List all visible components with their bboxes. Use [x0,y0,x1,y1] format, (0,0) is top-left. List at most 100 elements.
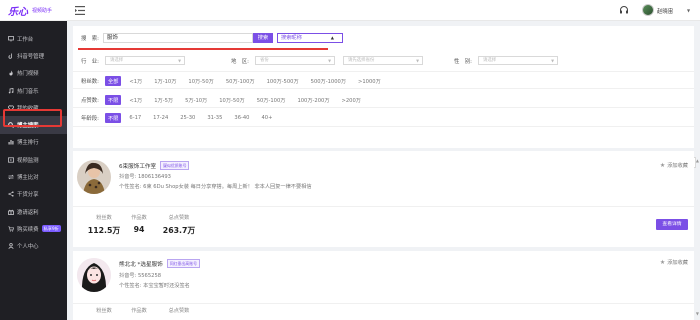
fans-filter-row: 粉丝数: 全部 <1万 1万-10万 10万-50万 50万-100万 100万-500万 5… [81,76,393,86]
likes-filter-option[interactable]: >200万 [342,97,361,104]
fans-filter-option[interactable]: 100万-500万 [267,78,299,85]
signature: 个性签名: 6束 6Du Shop女装 每日分享穿搭。每周上新！ 非本人回复一律… [119,184,312,190]
chevron-down-icon: ▼ [416,58,419,63]
user-icon [7,243,14,250]
chevron-down-icon: ▼ [178,58,181,63]
fans-filter-option[interactable]: >1000万 [358,78,381,85]
likes-value: 263.7万 [162,226,196,235]
card-name-row: 6束服饰工作室 疑似优质账号 [119,161,190,170]
likes-filter-option[interactable]: 不限 [105,95,122,105]
likes-filter-option[interactable]: 10万-50万 [219,97,244,104]
sidebar-item-label: 工作台 [17,36,34,43]
menu-collapse-icon[interactable] [75,6,85,17]
fans-filter-option[interactable]: 全部 [105,76,122,86]
rank-icon [7,139,14,146]
sidebar-item-label: 视频监测 [17,157,39,164]
sidebar-item[interactable]: 邀请返利 [0,203,67,220]
star-icon: ★ [659,162,666,169]
sidebar-item[interactable]: 个人中心 [0,238,67,255]
chevron-down-icon[interactable]: ▼ [687,8,690,13]
top-header: 赵晓宙 ▼ [67,0,700,21]
add-favorite-button[interactable]: ★ 添加收藏 [660,162,688,169]
likes-label: 总点赞数 [168,308,190,314]
likes-filter-option[interactable]: 50万-100万 [257,97,286,104]
likes-filter-option[interactable]: 1万-5万 [154,97,173,104]
likes-stat: 总点赞数 [154,307,204,314]
fans-filter-option[interactable]: <1万 [129,78,142,85]
music-icon [7,87,14,94]
gender-select[interactable]: 请选择 ▼ [478,56,558,65]
scroll-up-arrow[interactable]: ▲ [696,158,699,163]
province-placeholder: 省份 [260,58,269,63]
sidebar-item-label: 干货分享 [17,192,39,199]
add-favorite-button[interactable]: ★ 添加收藏 [660,259,688,266]
sidebar-item[interactable]: 博主排行 [0,134,67,151]
sidebar-item-label: 热门音乐 [17,88,39,95]
cart-icon [7,225,14,232]
blogger-name[interactable]: 熊北北 *选星服饰 [119,260,163,268]
city-select[interactable]: 请先选择省份 ▼ [343,56,423,65]
city-placeholder: 请先选择省份 [348,58,375,63]
chevron-down-icon: ▼ [551,58,554,63]
industry-label: 行 业: [81,58,99,65]
sidebar-item[interactable]: 抖音号管理 [0,47,67,64]
search-input[interactable]: 服饰 [103,33,253,43]
age-filter-option[interactable]: 25-30 [180,115,195,121]
fans-filter-option[interactable]: 1万-10万 [154,78,176,85]
industry-select[interactable]: 请选择 ▼ [105,56,185,65]
sidebar-menu: 工作台 抖音号管理 热门视频 热门音乐 我的收藏 博主搜索 博主排行 视频监测 博主比对 干货分享… [0,30,67,255]
fans-filter-option[interactable]: 50万-100万 [226,78,255,85]
likes-filter-option[interactable]: <1万 [129,97,142,104]
view-details-button[interactable]: 查看详情 [656,219,688,230]
likes-filter-option[interactable]: 5万-10万 [185,97,207,104]
sidebar-item-label: 个人中心 [17,244,39,251]
user-avatar[interactable] [642,4,654,16]
sidebar-item[interactable]: 博主比对 [0,168,67,185]
user-name[interactable]: 赵晓宙 [657,7,673,15]
search-row: 搜 索: 服饰 搜索 搜索昵称 ▲ [81,33,343,43]
divider [73,206,694,207]
sidebar-item[interactable]: 工作台 [0,30,67,47]
age-filter-label: 年龄段: [81,116,99,122]
region-label: 地 区: [231,58,249,65]
fans-filter-option[interactable]: 10万-50万 [188,78,213,85]
douyin-id: 抖音号: 5565258 [119,273,162,279]
gender-placeholder: 请选择 [483,58,497,63]
likes-label: 总点赞数 [168,215,190,221]
blogger-avatar[interactable] [77,258,111,292]
monitor-icon [7,156,14,163]
blogger-name[interactable]: 6束服饰工作室 [119,162,156,170]
age-filter-option[interactable]: 17-24 [153,115,168,121]
filter-panel: 搜 索: 服饰 搜索 搜索昵称 ▲ 行 业: 请选择 ▼ 地 区: 省份 ▼ 请先选… [73,26,694,148]
fans-filter-option[interactable]: 500万-1000万 [311,78,346,85]
age-filter-row: 年龄段: 不限 6-17 17-24 25-30 31-35 36-40 40+ [81,113,284,123]
divider [73,71,694,72]
province-select[interactable]: 省份 ▼ [255,56,335,65]
likes-filter-row: 点赞数: 不限 <1万 1万-5万 5万-10万 10万-50万 50万-100万 100万-… [81,95,373,105]
gender-filter: 性 别: 请选择 ▼ [454,56,574,65]
search-type-select[interactable]: 搜索昵称 ▲ [277,33,343,43]
age-filter-option[interactable]: 6-17 [129,115,141,121]
sidebar-item-label: 购买续费 [17,226,39,233]
sidebar-item[interactable]: 干货分享 [0,186,67,203]
scroll-down-arrow[interactable]: ▼ [696,311,699,316]
likes-filter-label: 点赞数: [81,98,99,104]
age-filter-option[interactable]: 40+ [261,115,272,121]
gender-label: 性 别: [454,58,472,65]
sidebar-item[interactable]: 视频监测 [0,151,67,168]
sidebar-item[interactable]: 热门音乐 [0,82,67,99]
sidebar-item-label: 热门视频 [17,71,39,78]
blogger-avatar[interactable] [77,160,111,194]
sidebar-item[interactable]: 热门视频 [0,65,67,82]
age-filter-option[interactable]: 31-35 [207,115,222,121]
quality-tag: 同红垂出高账号 [166,259,200,268]
sidebar-item-label: 邀请返利 [17,209,39,216]
age-filter-option[interactable]: 36-40 [234,115,249,121]
headset-icon[interactable] [619,5,629,17]
add-favorite-label: 添加收藏 [667,163,688,169]
age-filter-option[interactable]: 不限 [105,113,122,123]
sidebar-item[interactable]: 购买续费 私享9折 [0,220,67,237]
search-button[interactable]: 搜索 [253,33,273,43]
logo-area[interactable]: 乐心 视频助手 [0,0,67,21]
likes-filter-option[interactable]: 100万-200万 [297,97,329,104]
